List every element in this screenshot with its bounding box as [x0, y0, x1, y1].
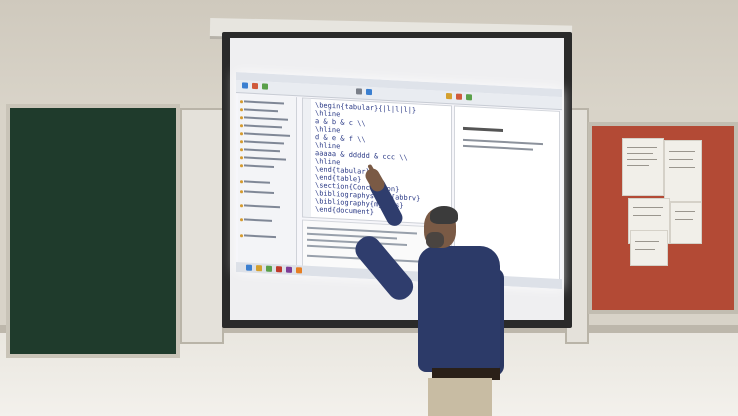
toolbar-icon: [356, 88, 362, 95]
notice-paper: [664, 140, 702, 202]
line-gutter: [303, 98, 311, 217]
toolbar-icon: [456, 93, 462, 100]
toolbar-icon: [262, 83, 268, 90]
code-line: \end{document}: [315, 205, 375, 217]
presenter-pants: [428, 378, 492, 416]
lecture-photo: \begin{tabular}{|l|l|l|} \hline a & b & …: [0, 0, 738, 416]
app-icon: [246, 264, 252, 271]
toolbar-icon: [446, 93, 452, 100]
app-icon: [286, 266, 292, 273]
notice-paper: [630, 230, 668, 266]
presenter-shirt: [418, 246, 500, 372]
presenter-hair: [430, 206, 458, 224]
app-icon: [266, 265, 272, 272]
app-icon: [276, 266, 282, 273]
toolbar-icon: [366, 88, 372, 96]
toolbar-icon: [242, 82, 248, 89]
presenter-beard: [426, 232, 444, 248]
whiteboard-left: [180, 108, 224, 344]
toolbar-icon: [252, 82, 258, 90]
structure-tree: [238, 94, 297, 266]
notice-board: [588, 122, 738, 314]
notice-paper: [622, 138, 664, 196]
projected-editor: \begin{tabular}{|l|l|l|} \hline a & b & …: [236, 72, 562, 290]
green-chalkboard: [6, 104, 180, 358]
app-icon: [256, 265, 262, 272]
app-icon: [296, 267, 302, 274]
toolbar-icon: [466, 94, 472, 101]
code-editor: \begin{tabular}{|l|l|l|} \hline a & b & …: [302, 97, 452, 226]
notice-paper: [670, 202, 702, 244]
